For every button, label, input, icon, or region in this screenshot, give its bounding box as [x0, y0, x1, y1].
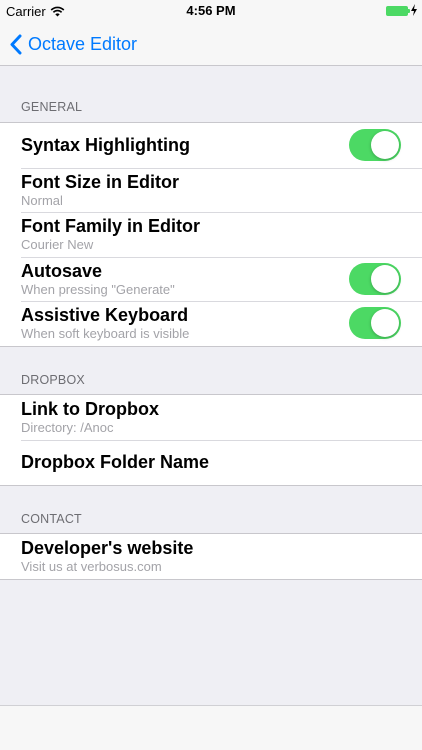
row-font-family[interactable]: Font Family in Editor Courier New [0, 212, 422, 257]
settings-group-contact: Developer's website Visit us at verbosus… [0, 533, 422, 580]
chevron-left-icon [10, 34, 22, 54]
autosave-toggle[interactable] [349, 262, 401, 295]
bottom-toolbar [0, 705, 422, 750]
row-title: Dropbox Folder Name [21, 451, 210, 472]
row-title: Link to Dropbox [21, 399, 159, 419]
row-subtitle: Visit us at verbosus.com [21, 559, 162, 574]
navigation-bar: Octave Editor [0, 22, 422, 66]
row-subtitle: When pressing "Generate" [21, 281, 175, 297]
row-assistive-keyboard[interactable]: Assistive Keyboard When soft keyboard is… [0, 301, 422, 346]
row-title: Syntax Highlighting [21, 135, 190, 155]
section-header-general: GENERAL [21, 100, 83, 114]
row-title: Assistive Keyboard [21, 305, 189, 325]
row-developer-website[interactable]: Developer's website Visit us at verbosus… [0, 534, 422, 579]
row-title: Font Family in Editor [21, 216, 200, 236]
back-button[interactable]: Octave Editor [10, 22, 137, 66]
charging-bolt-icon [411, 4, 417, 16]
clock: 4:56 PM [186, 3, 236, 18]
toggle-knob [371, 131, 399, 159]
row-font-size[interactable]: Font Size in Editor Normal [0, 167, 422, 213]
row-subtitle: Directory: /Anoc [21, 420, 114, 435]
battery-icon [386, 6, 410, 16]
row-title: Autosave [21, 260, 103, 281]
row-title: Font Size in Editor [21, 171, 179, 192]
toggle-knob [371, 309, 399, 337]
settings-group-dropbox: Link to Dropbox Directory: /Anoc Dropbox… [0, 394, 422, 486]
row-subtitle: When soft keyboard is visible [21, 326, 190, 341]
settings-group-general: Syntax Highlighting Font Size in Editor … [0, 122, 422, 347]
row-link-dropbox[interactable]: Link to Dropbox Directory: /Anoc [0, 395, 422, 440]
syntax-highlighting-toggle[interactable] [349, 129, 401, 161]
back-button-label: Octave Editor [28, 33, 138, 54]
row-autosave[interactable]: Autosave When pressing "Generate" [0, 256, 422, 302]
section-header-contact: CONTACT [21, 512, 82, 526]
section-header-dropbox: DROPBOX [21, 373, 85, 387]
row-subtitle: Courier New [21, 237, 94, 252]
row-subtitle: Normal [21, 192, 63, 208]
row-dropbox-folder-name[interactable]: Dropbox Folder Name [0, 439, 422, 485]
status-bar: Carrier 4:56 PM [0, 0, 422, 22]
assistive-keyboard-toggle[interactable] [349, 307, 401, 339]
toggle-knob [371, 264, 399, 293]
row-syntax-highlighting[interactable]: Syntax Highlighting [0, 123, 422, 168]
row-title: Developer's website [21, 538, 194, 558]
